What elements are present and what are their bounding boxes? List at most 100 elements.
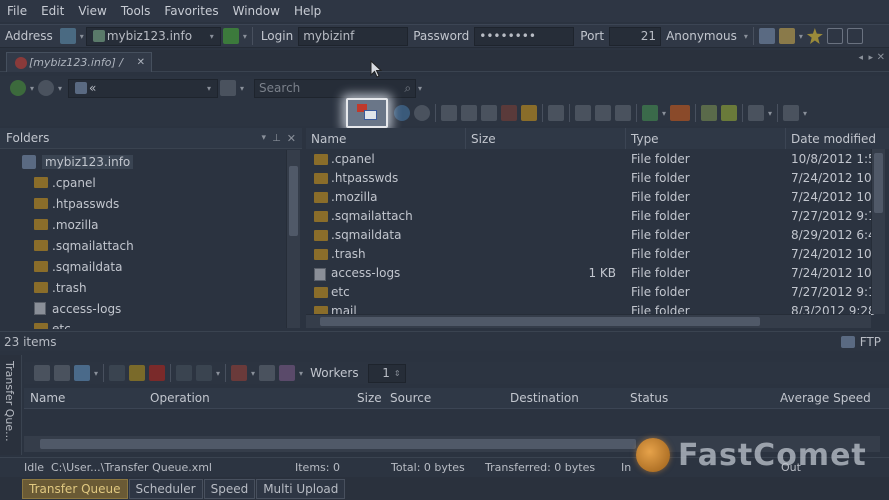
tree-root[interactable]: mybiz123.info xyxy=(20,152,134,171)
settings-icon[interactable] xyxy=(259,365,276,381)
favorites-star-icon[interactable] xyxy=(806,28,823,44)
transfer-mode-dropdown-icon[interactable]: ▾ xyxy=(662,109,666,118)
connect-dropdown-icon[interactable]: ▾ xyxy=(243,32,247,41)
remove-icon[interactable] xyxy=(176,365,193,381)
tab-transfer-queue[interactable]: Transfer Queue xyxy=(22,478,128,499)
host-input[interactable]: mybiz123.info ▾ xyxy=(85,26,221,46)
forward-icon[interactable] xyxy=(38,80,55,96)
menu-tools[interactable]: Tools xyxy=(114,4,158,18)
host-dropdown-icon[interactable]: ▾ xyxy=(210,32,214,41)
table-row[interactable]: .cpanel File folder 10/8/2012 1:53 xyxy=(306,150,883,169)
back-icon[interactable] xyxy=(10,80,26,96)
search-input[interactable]: Search ⌕ xyxy=(254,78,417,98)
column-name[interactable]: Name xyxy=(306,128,466,149)
scroll-thumb[interactable] xyxy=(874,153,883,213)
workers-dropdown-icon[interactable]: ▾ xyxy=(299,369,303,378)
copy-icon[interactable] xyxy=(595,105,611,121)
tab-speed[interactable]: Speed xyxy=(203,478,256,499)
cut-icon[interactable] xyxy=(575,105,591,121)
queue-add-icon[interactable] xyxy=(34,365,50,381)
undo-dropdown-icon[interactable]: ▾ xyxy=(216,369,220,378)
tree-item[interactable]: .htpasswds xyxy=(34,194,119,213)
layout-horizontal-icon[interactable] xyxy=(826,28,843,44)
stepper-arrows-icon[interactable]: ⇕ xyxy=(394,369,401,378)
back-dropdown-icon[interactable]: ▾ xyxy=(30,84,34,93)
edit-icon[interactable] xyxy=(461,105,477,121)
tree-item[interactable]: access-logs xyxy=(34,299,121,318)
close-icon[interactable]: ✕ xyxy=(877,52,885,63)
details-view-icon[interactable] xyxy=(783,105,800,121)
tree-item[interactable]: .sqmailattach xyxy=(34,236,134,255)
connection-type-icon[interactable] xyxy=(59,28,76,44)
window-icon[interactable] xyxy=(548,105,564,121)
path-input[interactable]: « ▾ xyxy=(68,78,219,98)
transfer-queue-sidebar[interactable]: Transfer Que... xyxy=(0,355,22,455)
pin-icon[interactable]: ⊥ xyxy=(272,133,281,144)
menu-help[interactable]: Help xyxy=(287,4,328,18)
tree-item[interactable]: .trash xyxy=(34,278,87,297)
properties-icon[interactable] xyxy=(481,105,497,121)
highlighted-toolbar-button[interactable] xyxy=(346,98,388,128)
connect-arrow-icon[interactable] xyxy=(222,28,239,44)
paste-icon[interactable] xyxy=(615,105,631,121)
forward-dropdown-icon[interactable]: ▾ xyxy=(58,84,62,93)
queue-col-size[interactable]: Size xyxy=(357,391,382,405)
tree-item[interactable]: .cpanel xyxy=(34,173,96,192)
path-dropdown-icon[interactable]: ▾ xyxy=(207,84,211,93)
workers-stepper[interactable]: 1 ⇕ xyxy=(367,363,406,383)
tab-mybiz[interactable]: [mybiz123.info] / ✕ xyxy=(6,52,152,72)
view-mode-dropdown-icon[interactable]: ▾ xyxy=(768,109,772,118)
menu-view[interactable]: View xyxy=(71,4,113,18)
up-folder-icon[interactable] xyxy=(220,80,237,96)
pause-icon[interactable] xyxy=(129,365,146,381)
view-mode-icon[interactable] xyxy=(748,105,765,121)
close-icon[interactable]: ✕ xyxy=(137,57,145,68)
tab-scroll-left-icon[interactable]: ◂ xyxy=(858,53,863,63)
play-icon[interactable] xyxy=(109,365,126,381)
password-input[interactable]: •••••••• xyxy=(474,26,575,46)
bookmark-icon[interactable] xyxy=(721,105,738,121)
clear-icon[interactable] xyxy=(231,365,248,381)
column-size[interactable]: Size xyxy=(466,128,626,149)
save-dropdown-icon[interactable]: ▾ xyxy=(94,369,98,378)
scroll-thumb[interactable] xyxy=(289,166,298,236)
tab-scroll-right-icon[interactable]: ▸ xyxy=(868,53,873,63)
queue-col-destination[interactable]: Destination xyxy=(510,391,579,405)
clear-dropdown-icon[interactable]: ▾ xyxy=(251,369,255,378)
table-row[interactable]: .mozilla File folder 7/24/2012 10:1 xyxy=(306,188,883,207)
delete-icon[interactable] xyxy=(501,105,517,121)
column-date-modified[interactable]: Date modified xyxy=(786,128,889,149)
stop-icon[interactable] xyxy=(414,105,430,121)
site-manager-icon[interactable] xyxy=(758,28,775,44)
chevron-down-icon[interactable]: ▾ xyxy=(80,32,84,41)
anonymous-toggle[interactable]: Anonymous xyxy=(661,29,742,43)
anonymous-dropdown-icon[interactable]: ▾ xyxy=(744,32,748,41)
tree-item[interactable]: .mozilla xyxy=(34,215,99,234)
menu-file[interactable]: File xyxy=(0,4,34,18)
table-row[interactable]: .trash File folder 7/24/2012 10:3 xyxy=(306,245,883,264)
open-dropdown-icon[interactable]: ▾ xyxy=(799,32,803,41)
stop-icon[interactable] xyxy=(149,365,166,381)
table-row[interactable]: .htpasswds File folder 7/24/2012 10:1 xyxy=(306,169,883,188)
refresh-icon[interactable] xyxy=(394,105,410,121)
table-row[interactable]: .sqmaildata File folder 8/29/2012 6:41 xyxy=(306,226,883,245)
details-dropdown-icon[interactable]: ▾ xyxy=(803,109,807,118)
close-icon[interactable]: ✕ xyxy=(287,132,296,145)
tree-item[interactable]: .sqmaildata xyxy=(34,257,122,276)
folders-scrollbar[interactable] xyxy=(286,150,300,328)
tab-multi-upload[interactable]: Multi Upload xyxy=(256,478,346,499)
login-input[interactable]: mybizinf xyxy=(298,26,409,46)
tree-item[interactable]: etc xyxy=(34,319,71,329)
table-row[interactable]: etc File folder 7/27/2012 9:11 xyxy=(306,283,883,302)
menu-edit[interactable]: Edit xyxy=(34,4,71,18)
file-list-scrollbar[interactable] xyxy=(871,149,885,314)
search-icon[interactable]: ⌕ xyxy=(404,81,411,96)
undo-icon[interactable] xyxy=(196,365,213,381)
table-row[interactable]: .sqmailattach File folder 7/27/2012 9:11 xyxy=(306,207,883,226)
up-dropdown-icon[interactable]: ▾ xyxy=(240,84,244,93)
scroll-thumb[interactable] xyxy=(320,317,760,326)
open-folder-icon[interactable] xyxy=(778,28,795,44)
scroll-thumb[interactable] xyxy=(40,439,636,449)
rename-icon[interactable] xyxy=(441,105,457,121)
queue-save-icon[interactable] xyxy=(74,365,90,381)
